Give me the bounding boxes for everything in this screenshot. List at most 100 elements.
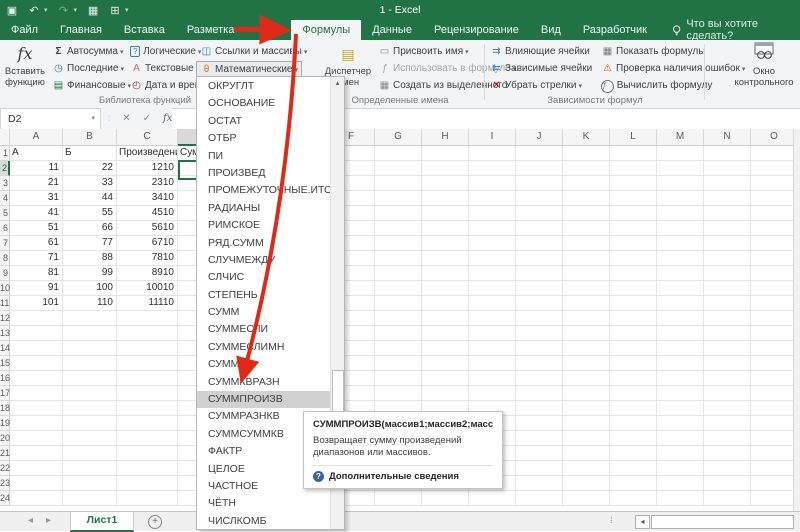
- cell-J19[interactable]: [516, 416, 563, 431]
- cell-M13[interactable]: [657, 326, 704, 341]
- cell-G8[interactable]: [375, 251, 422, 266]
- column-header-I[interactable]: I: [469, 129, 516, 146]
- cell-K3[interactable]: [563, 176, 610, 191]
- cell-G14[interactable]: [375, 341, 422, 356]
- cell-N12[interactable]: [704, 311, 751, 326]
- cell-N20[interactable]: [704, 431, 751, 446]
- cell-H12[interactable]: [422, 311, 469, 326]
- text-functions-button[interactable]: AТекстовые▾: [130, 61, 199, 77]
- cell-G13[interactable]: [375, 326, 422, 341]
- cell-L7[interactable]: [610, 236, 657, 251]
- cell-G16[interactable]: [375, 371, 422, 386]
- cell-H6[interactable]: [422, 221, 469, 236]
- cell-A24[interactable]: [10, 491, 63, 506]
- row-header-18[interactable]: 18: [0, 401, 10, 416]
- cell-G2[interactable]: [375, 161, 422, 176]
- cell-B21[interactable]: [63, 446, 117, 461]
- cell-C10[interactable]: 10010: [117, 281, 178, 296]
- cell-N11[interactable]: [704, 296, 751, 311]
- cell-M3[interactable]: [657, 176, 704, 191]
- row-header-11[interactable]: 11: [0, 296, 10, 311]
- cell-G3[interactable]: [375, 176, 422, 191]
- cell-K23[interactable]: [563, 476, 610, 491]
- cell-N9[interactable]: [704, 266, 751, 281]
- cell-C17[interactable]: [117, 386, 178, 401]
- row-header-15[interactable]: 15: [0, 356, 10, 371]
- cell-J7[interactable]: [516, 236, 563, 251]
- row-header-21[interactable]: 21: [0, 446, 10, 461]
- row-header-3[interactable]: 3: [0, 176, 10, 191]
- cell-A2[interactable]: 11: [10, 161, 63, 176]
- cell-K9[interactable]: [563, 266, 610, 281]
- cell-O16[interactable]: [751, 371, 798, 386]
- sheet-nav-left-icon[interactable]: ◂: [28, 512, 33, 531]
- tooltip-help-link[interactable]: ? Дополнительные сведения: [313, 471, 493, 482]
- cell-A4[interactable]: 31: [10, 191, 63, 206]
- cell-N19[interactable]: [704, 416, 751, 431]
- cell-L9[interactable]: [610, 266, 657, 281]
- cell-I24[interactable]: [469, 491, 516, 506]
- cell-L20[interactable]: [610, 431, 657, 446]
- menu-item-СУММПРОИЗВ[interactable]: СУММПРОИЗВ: [197, 391, 331, 408]
- cell-C9[interactable]: 8910: [117, 266, 178, 281]
- cell-H7[interactable]: [422, 236, 469, 251]
- cell-I7[interactable]: [469, 236, 516, 251]
- cell-O7[interactable]: [751, 236, 798, 251]
- cell-N5[interactable]: [704, 206, 751, 221]
- cell-M18[interactable]: [657, 401, 704, 416]
- cell-N18[interactable]: [704, 401, 751, 416]
- cell-I3[interactable]: [469, 176, 516, 191]
- evaluate-formula-button[interactable]: ƒ Вычислить формулу: [601, 78, 712, 94]
- cell-C5[interactable]: 4510: [117, 206, 178, 221]
- cell-N10[interactable]: [704, 281, 751, 296]
- row-header-13[interactable]: 13: [0, 326, 10, 341]
- cell-O6[interactable]: [751, 221, 798, 236]
- cell-M9[interactable]: [657, 266, 704, 281]
- menu-item-СЛЧИС[interactable]: СЛЧИС: [197, 269, 331, 286]
- tab-рецензирование[interactable]: Рецензирование: [423, 20, 530, 40]
- cell-I9[interactable]: [469, 266, 516, 281]
- cell-H16[interactable]: [422, 371, 469, 386]
- cell-L1[interactable]: [610, 146, 657, 161]
- cell-A9[interactable]: 81: [10, 266, 63, 281]
- cancel-icon[interactable]: ✕: [122, 113, 130, 124]
- cell-A10[interactable]: 91: [10, 281, 63, 296]
- cell-L12[interactable]: [610, 311, 657, 326]
- tab-файл[interactable]: Файл: [0, 20, 49, 40]
- cell-A20[interactable]: [10, 431, 63, 446]
- hscroll-left-icon[interactable]: ◂: [635, 515, 650, 529]
- cell-L6[interactable]: [610, 221, 657, 236]
- column-header-M[interactable]: M: [657, 129, 704, 146]
- row-header-22[interactable]: 22: [0, 461, 10, 476]
- menu-item-ПРОМЕЖУТОЧНЫЕ.ИТОГИ[interactable]: ПРОМЕЖУТОЧНЫЕ.ИТОГИ: [197, 182, 331, 199]
- cell-B11[interactable]: 110: [63, 296, 117, 311]
- cell-C14[interactable]: [117, 341, 178, 356]
- menu-item-СУММ[interactable]: СУММ: [197, 304, 331, 321]
- cell-J10[interactable]: [516, 281, 563, 296]
- cell-H24[interactable]: [422, 491, 469, 506]
- cell-M21[interactable]: [657, 446, 704, 461]
- cell-M5[interactable]: [657, 206, 704, 221]
- cell-L23[interactable]: [610, 476, 657, 491]
- cell-H14[interactable]: [422, 341, 469, 356]
- cell-C19[interactable]: [117, 416, 178, 431]
- row-header-10[interactable]: 10: [0, 281, 10, 296]
- cell-O24[interactable]: [751, 491, 798, 506]
- cell-B9[interactable]: 99: [63, 266, 117, 281]
- cell-J17[interactable]: [516, 386, 563, 401]
- recent-functions-button[interactable]: ◷Последние▾: [52, 61, 124, 77]
- column-header-J[interactable]: J: [516, 129, 563, 146]
- menu-item-ОСНОВАНИЕ[interactable]: ОСНОВАНИЕ: [197, 95, 331, 112]
- cell-B19[interactable]: [63, 416, 117, 431]
- cell-B22[interactable]: [63, 461, 117, 476]
- cell-B17[interactable]: [63, 386, 117, 401]
- cell-O17[interactable]: [751, 386, 798, 401]
- menu-item-СУММЕСЛИ[interactable]: СУММЕСЛИ: [197, 321, 331, 338]
- cell-K24[interactable]: [563, 491, 610, 506]
- cell-O3[interactable]: [751, 176, 798, 191]
- cell-N22[interactable]: [704, 461, 751, 476]
- menu-item-СТЕПЕНЬ[interactable]: СТЕПЕНЬ: [197, 287, 331, 304]
- cell-N1[interactable]: [704, 146, 751, 161]
- cell-A6[interactable]: 51: [10, 221, 63, 236]
- row-header-8[interactable]: 8: [0, 251, 10, 266]
